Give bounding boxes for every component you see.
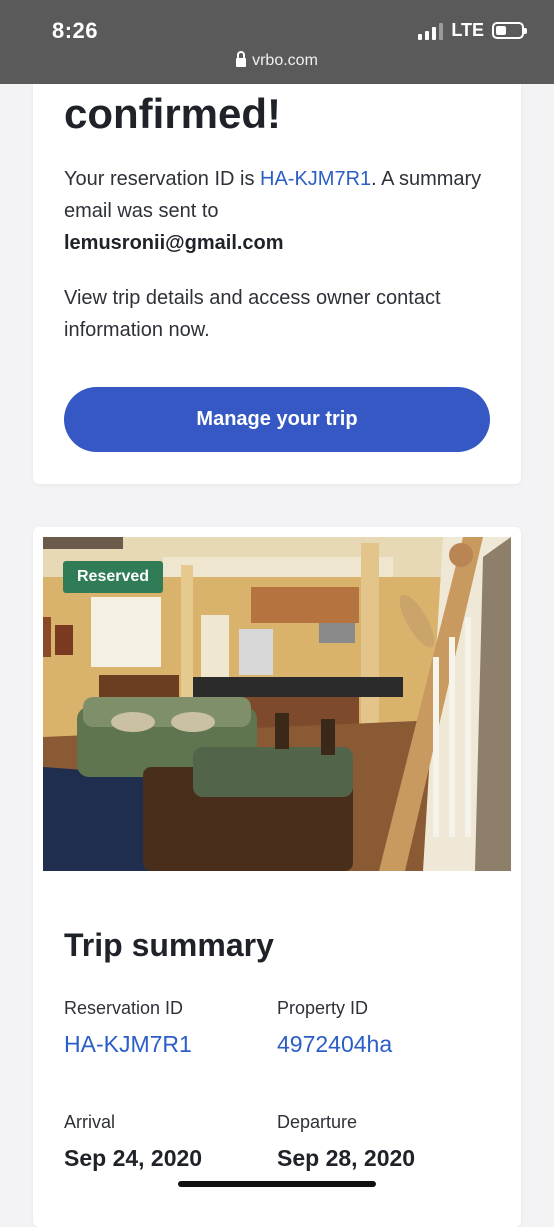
trip-summary-title: Trip summary bbox=[64, 927, 274, 963]
confirmation-headline: confirmed! bbox=[64, 90, 282, 137]
url-text: vrbo.com bbox=[252, 52, 318, 69]
address-bar[interactable]: vrbo.com bbox=[0, 51, 554, 70]
reserved-badge: Reserved bbox=[63, 561, 164, 593]
lock-icon bbox=[236, 51, 247, 68]
email-address: lemusronii@gmail.com bbox=[64, 232, 284, 254]
status-bar: 8:26 LTE vrbo.com bbox=[0, 0, 554, 84]
reservation-id-label: Reservation ID bbox=[64, 998, 184, 1018]
departure-label: Departure bbox=[277, 1112, 358, 1132]
status-time: 8:26 bbox=[52, 18, 99, 43]
arrival-label: Arrival bbox=[64, 1112, 116, 1132]
network-type: LTE bbox=[451, 20, 484, 40]
reservation-prefix: Your reservation ID is bbox=[64, 168, 261, 190]
property-id-value[interactable]: 4972404ha bbox=[277, 1031, 392, 1058]
signal-icon bbox=[418, 22, 444, 40]
manage-trip-button[interactable]: Manage your trip bbox=[64, 387, 490, 452]
departure-date: Sep 28, 2020 bbox=[277, 1145, 416, 1171]
property-id-label: Property ID bbox=[277, 998, 369, 1018]
battery-icon bbox=[492, 22, 527, 39]
details-message: View trip details and access owner conta… bbox=[64, 287, 441, 341]
reservation-message: Your reservation ID is HA-KJM7R1. A summ… bbox=[64, 163, 504, 259]
reservation-id-value[interactable]: HA-KJM7R1 bbox=[64, 1031, 192, 1058]
property-photo[interactable]: Reserved bbox=[43, 537, 511, 871]
reservation-id-link[interactable]: HA-KJM7R1 bbox=[260, 168, 371, 190]
confirmation-card: confirmed! Your reservation ID is HA-KJM… bbox=[33, 84, 521, 484]
trip-summary-card: Reserved Trip summary Reservation ID HA-… bbox=[33, 527, 521, 1227]
arrival-date: Sep 24, 2020 bbox=[64, 1145, 203, 1171]
home-indicator[interactable] bbox=[178, 1181, 376, 1187]
status-indicators: LTE bbox=[418, 20, 527, 41]
